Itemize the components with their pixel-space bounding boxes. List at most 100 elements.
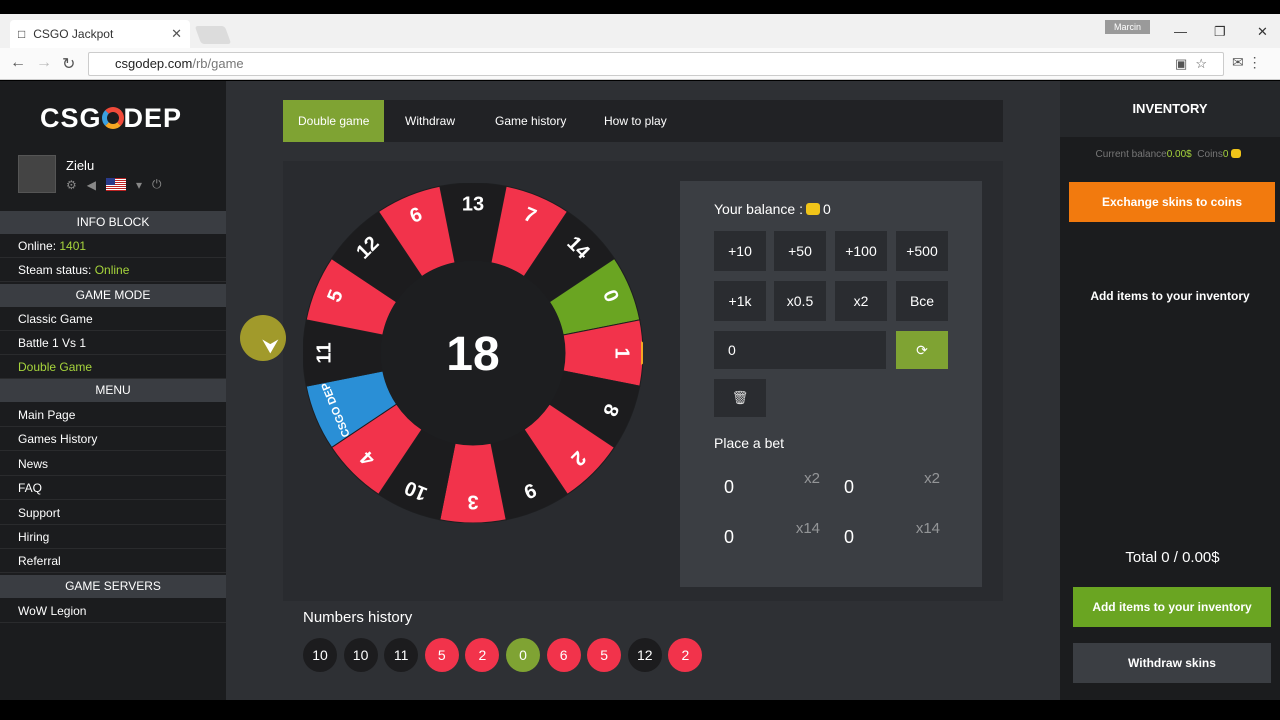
history-number: 0	[506, 638, 540, 672]
us-flag-icon[interactable]	[106, 178, 126, 191]
sidebar-item-battle[interactable]: Battle 1 Vs 1	[0, 331, 226, 355]
steam-status: Steam status: Online	[0, 258, 226, 282]
info-block-header: INFO BLOCK	[0, 211, 226, 234]
sidebar-item-games-history[interactable]: Games History	[0, 427, 226, 451]
address-bar[interactable]: csgodep.com/rb/game ▣☆	[88, 52, 1224, 76]
plus-10-button[interactable]: +10	[714, 231, 766, 271]
game-servers-header: GAME SERVERS	[0, 575, 226, 598]
forward-icon[interactable]: →	[36, 54, 52, 72]
wheel-segment-label: 13	[462, 193, 484, 215]
domain-text: csgodep.com	[115, 56, 193, 71]
power-icon[interactable]: ⏻	[152, 177, 162, 192]
coin-icon	[806, 203, 820, 215]
history-number: 2	[465, 638, 500, 672]
bet-blue-button[interactable]: 0 x14	[834, 517, 946, 557]
game-tabs: Double game Withdraw Game history How to…	[283, 100, 1003, 142]
history-number: 11	[384, 638, 419, 672]
tab-double-game[interactable]: Double game	[283, 100, 385, 142]
sidebar-item-main-page[interactable]: Main Page	[0, 403, 226, 427]
bet-panel: Your balance :0 +10 +50 +100 +500 +1k x0…	[680, 181, 982, 587]
place-bet-label: Place a bet	[714, 435, 785, 451]
tab-title: CSGO Jackpot	[33, 27, 114, 41]
history-number: 6	[546, 638, 581, 672]
extension-icon[interactable]: ✉	[1232, 54, 1244, 70]
balance-display: Your balance :0	[714, 201, 831, 217]
gear-icon[interactable]: ⚙	[66, 178, 77, 192]
plus-500-button[interactable]: +500	[896, 231, 948, 271]
inventory-balance-info: Current balance0.00$ Coins0	[1060, 149, 1280, 160]
bet-black-button[interactable]: 0 x2	[834, 467, 946, 507]
reload-icon[interactable]: ↻	[62, 54, 75, 74]
bottom-black-bar	[0, 700, 1280, 720]
menu-header: MENU	[0, 379, 226, 402]
all-in-button[interactable]: Все	[896, 281, 948, 321]
sidebar-item-news[interactable]: News	[0, 452, 226, 476]
trash-icon[interactable]: 🗑	[714, 379, 766, 417]
new-tab-button[interactable]	[194, 26, 232, 44]
coin-icon	[1231, 149, 1242, 158]
sidebar-item-wow-legion[interactable]: WoW Legion	[0, 599, 226, 623]
logo-ring-icon	[101, 107, 124, 129]
inventory-sidebar: INVENTORY Current balance0.00$ Coins0 Ex…	[1060, 81, 1280, 700]
half-button[interactable]: x0.5	[774, 281, 826, 321]
sidebar-item-classic-game[interactable]: Classic Game	[0, 307, 226, 331]
restore-icon[interactable]: ❐	[1214, 24, 1226, 40]
sidebar-item-double-game[interactable]: Double Game	[0, 355, 226, 379]
sound-icon[interactable]: ◀	[87, 178, 96, 192]
history-number: 12	[627, 638, 662, 672]
left-sidebar: CSG DEP Zielu ⚙ ◀ ▾ ⏻ INFO BLOCK Online: …	[0, 81, 226, 700]
plus-100-button[interactable]: +100	[835, 231, 887, 271]
tab-withdraw[interactable]: Withdraw	[390, 100, 470, 142]
star-icon[interactable]: ☆	[1195, 56, 1215, 71]
wheel-segment-label: 1	[611, 347, 633, 358]
history-number: 10	[343, 638, 378, 672]
wheel-segment-label: 3	[467, 491, 478, 513]
plus-50-button[interactable]: +50	[774, 231, 826, 271]
history-number: 10	[303, 638, 337, 672]
inventory-title: INVENTORY	[1060, 81, 1280, 137]
close-tab-icon[interactable]: ✕	[171, 26, 182, 42]
browser-tab[interactable]: □ CSGO Jackpot ✕	[10, 20, 190, 48]
numbers-history-label: Numbers history	[303, 609, 413, 626]
avatar[interactable]	[18, 155, 56, 193]
bet-amount-input[interactable]: 0	[714, 331, 886, 369]
wheel-segment-label: 11	[313, 342, 335, 363]
exchange-skins-button[interactable]: Exchange skins to coins	[1069, 182, 1275, 222]
online-count: Online: 1401	[0, 234, 226, 258]
plus-1k-button[interactable]: +1k	[714, 281, 766, 321]
roulette-wheel: 13 714018293104CSGO DEP115126 18	[303, 183, 643, 523]
add-items-button[interactable]: Add items to your inventory	[1073, 587, 1271, 627]
menu-dots-icon[interactable]: ⋮	[1248, 54, 1262, 70]
double-button[interactable]: x2	[835, 281, 887, 321]
chevron-down-icon[interactable]: ▾	[136, 178, 142, 192]
main-content: Double game Withdraw Game history How to…	[226, 81, 1060, 700]
username: Zielu	[66, 158, 95, 173]
tab-how-to-play[interactable]: How to play	[589, 100, 682, 142]
browser-titlebar: □ CSGO Jackpot ✕ Marcin — ❐ ✕	[0, 14, 1280, 48]
sidebar-item-support[interactable]: Support	[0, 501, 226, 525]
bet-red-button[interactable]: 0 x2	[714, 467, 826, 507]
inventory-total: Total 0 / 0.00$	[1125, 549, 1220, 566]
refresh-icon[interactable]: ⟳	[896, 331, 948, 369]
bet-green-button[interactable]: 0 x14	[714, 517, 826, 557]
back-icon[interactable]: ←	[10, 54, 26, 72]
profile-chip[interactable]: Marcin	[1105, 20, 1150, 34]
path-text: /rb/game	[192, 56, 244, 71]
game-mode-header: GAME MODE	[0, 284, 226, 307]
history-number: 5	[424, 638, 459, 672]
tab-game-history[interactable]: Game history	[480, 100, 581, 142]
inventory-empty-text: Add items to your inventory	[1090, 289, 1250, 303]
translate-icon[interactable]: ▣	[1175, 56, 1195, 71]
minimize-icon[interactable]: —	[1174, 24, 1187, 39]
center-number: 18	[446, 328, 499, 381]
page-icon: □	[18, 27, 26, 41]
mouse-cursor-icon: ⮟	[262, 336, 279, 358]
wheel-pointer-icon	[641, 341, 643, 365]
history-number: 2	[668, 638, 703, 672]
sidebar-item-referral[interactable]: Referral	[0, 549, 226, 573]
sidebar-item-faq[interactable]: FAQ	[0, 476, 226, 500]
withdraw-skins-button[interactable]: Withdraw skins	[1073, 643, 1271, 683]
site-logo[interactable]: CSG DEP	[40, 103, 182, 134]
sidebar-item-hiring[interactable]: Hiring	[0, 525, 226, 549]
close-window-icon[interactable]: ✕	[1257, 24, 1268, 40]
